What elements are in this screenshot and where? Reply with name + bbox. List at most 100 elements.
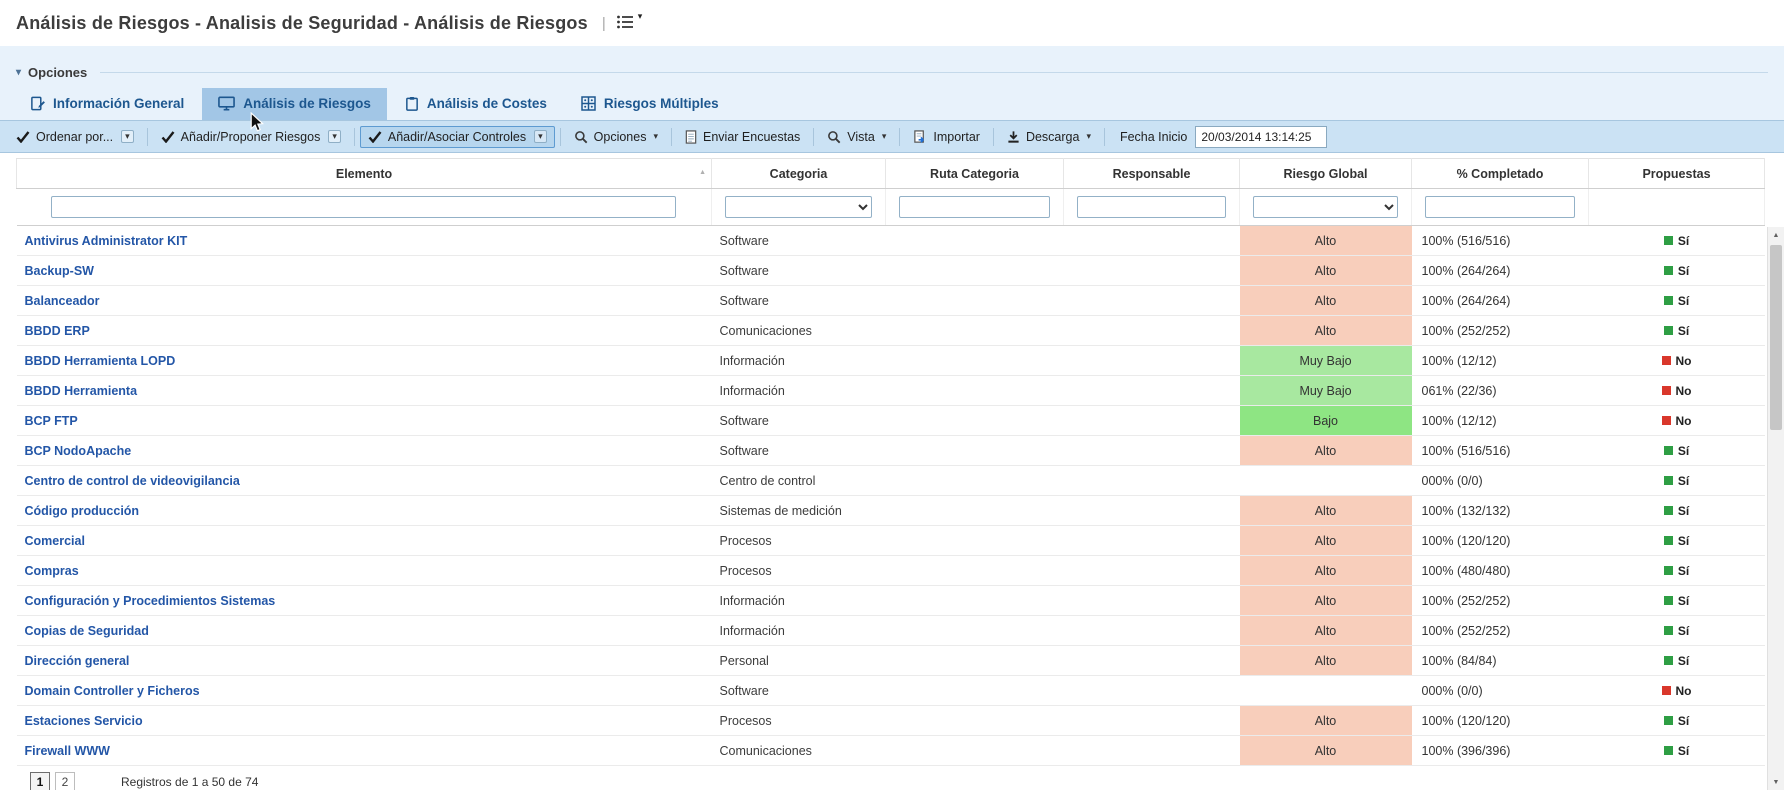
element-link[interactable]: Configuración y Procedimientos Sistemas — [25, 594, 276, 608]
filter-elemento-input[interactable] — [51, 196, 676, 218]
magnifier-icon — [574, 130, 588, 144]
ruta-categoria-cell — [886, 346, 1064, 376]
column-header-propuestas[interactable]: Propuestas — [1589, 159, 1765, 189]
page-button-2[interactable]: 2 — [55, 772, 75, 790]
tab-analisis-de-costes[interactable]: Análisis de Costes — [389, 88, 563, 120]
chevron-down-icon[interactable]: ▾ — [121, 130, 134, 143]
column-header-completado[interactable]: % Completado — [1412, 159, 1589, 189]
element-link[interactable]: BCP FTP — [25, 414, 78, 428]
table-row: Código producciónSistemas de mediciónAlt… — [17, 496, 1765, 526]
filter-ruta-categoria-input[interactable] — [899, 196, 1049, 218]
element-link[interactable]: Balanceador — [25, 294, 100, 308]
element-link[interactable]: Compras — [25, 564, 79, 578]
completado-cell: 100% (480/480) — [1412, 556, 1589, 586]
ordenar-por-button[interactable]: Ordenar por...▾ — [8, 126, 142, 148]
responsable-cell — [1064, 586, 1240, 616]
table-row: Firewall WWWComunicacionesAlto100% (396/… — [17, 736, 1765, 766]
element-link[interactable]: Centro de control de videovigilancia — [25, 474, 240, 488]
scrollbar-thumb[interactable] — [1770, 245, 1782, 430]
si-indicator-icon — [1664, 236, 1673, 245]
anadir-proponer-riesgos-button[interactable]: Añadir/Proponer Riesgos ▾ — [153, 126, 349, 148]
categoria-cell: Sistemas de medición — [712, 496, 886, 526]
element-link[interactable]: BCP NodoApache — [25, 444, 132, 458]
no-indicator-icon — [1662, 386, 1671, 395]
column-header-elemento[interactable]: Elemento▲ — [17, 159, 712, 189]
column-header-riesgo-global[interactable]: Riesgo Global — [1240, 159, 1412, 189]
scroll-up-icon[interactable]: ▲ — [1768, 227, 1784, 243]
si-indicator-icon — [1664, 296, 1673, 305]
vista-button[interactable]: Vista▾ — [819, 126, 894, 148]
tab-informacion-general[interactable]: Información General — [14, 88, 200, 120]
filter-categoria-select[interactable] — [725, 196, 872, 218]
element-link[interactable]: Dirección general — [25, 654, 130, 668]
filter-responsable-input[interactable] — [1077, 196, 1226, 218]
no-indicator-icon — [1662, 416, 1671, 425]
toolbar-button-label: Opciones — [594, 130, 647, 144]
chevron-down-icon[interactable]: ▾ — [882, 131, 887, 142]
toolbar-button-label: Añadir/Asociar Controles — [388, 130, 526, 144]
toolbar-button-label: Añadir/Proponer Riesgos — [181, 130, 321, 144]
filter-completado-input[interactable] — [1425, 196, 1575, 218]
table-row: Antivirus Administrator KITSoftwareAlto1… — [17, 226, 1765, 256]
chevron-down-icon[interactable]: ▾ — [534, 130, 547, 143]
chevron-down-icon[interactable]: ▾ — [653, 131, 658, 142]
table-header-row: Elemento▲ Categoria Ruta Categoria Respo… — [17, 159, 1765, 189]
responsable-cell — [1064, 226, 1240, 256]
vertical-scrollbar[interactable]: ▲ ▼ — [1767, 227, 1784, 790]
table-row: BCP FTPSoftwareBajo100% (12/12)No — [17, 406, 1765, 436]
element-link[interactable]: Domain Controller y Ficheros — [25, 684, 200, 698]
element-link[interactable]: BBDD Herramienta — [25, 384, 138, 398]
anadir-asociar-controles-button[interactable]: Añadir/Asociar Controles ▾ — [360, 126, 555, 148]
page-header: Análisis de Riesgos - Analisis de Seguri… — [0, 0, 1784, 46]
filter-riesgo-global-select[interactable] — [1253, 196, 1398, 218]
ruta-categoria-cell — [886, 316, 1064, 346]
tab-bar: Información GeneralAnálisis de RiesgosAn… — [0, 82, 1784, 120]
responsable-cell — [1064, 616, 1240, 646]
column-header-categoria[interactable]: Categoria — [712, 159, 886, 189]
options-panel-header[interactable]: ▾ Opciones — [16, 62, 1768, 82]
importar-button[interactable]: Importar — [905, 126, 988, 148]
element-link[interactable]: Antivirus Administrator KIT — [25, 234, 188, 248]
import-icon — [913, 130, 927, 144]
toolbar: Ordenar por...▾Añadir/Proponer Riesgos▾A… — [0, 120, 1784, 153]
riesgo-global-badge: Alto — [1240, 316, 1412, 346]
no-indicator-icon — [1662, 356, 1671, 365]
scroll-down-icon[interactable]: ▼ — [1768, 774, 1784, 790]
completado-cell: 100% (396/396) — [1412, 736, 1589, 766]
filter-row — [17, 189, 1765, 226]
chevron-down-icon: ▾ — [638, 11, 643, 22]
tab-analisis-de-riesgos[interactable]: Análisis de Riesgos — [202, 88, 387, 120]
element-link[interactable]: BBDD ERP — [25, 324, 90, 338]
propuestas-cell: Sí — [1589, 226, 1765, 256]
element-link[interactable]: BBDD Herramienta LOPD — [25, 354, 176, 368]
element-link[interactable]: Copias de Seguridad — [25, 624, 149, 638]
responsable-cell — [1064, 706, 1240, 736]
fecha-inicio-input[interactable] — [1195, 126, 1327, 148]
tab-riesgos-multiples[interactable]: Riesgos Múltiples — [565, 88, 735, 120]
element-link[interactable]: Backup-SW — [25, 264, 94, 278]
element-link[interactable]: Comercial — [25, 534, 85, 548]
riesgo-global-badge — [1240, 466, 1412, 496]
grid-icon — [581, 96, 596, 111]
column-header-responsable[interactable]: Responsable — [1064, 159, 1240, 189]
download-icon — [1007, 130, 1020, 144]
chevron-down-icon[interactable]: ▾ — [328, 130, 341, 143]
toolbar-separator — [147, 128, 148, 146]
element-link[interactable]: Código producción — [25, 504, 140, 518]
list-menu-button[interactable]: ▾ — [616, 14, 643, 33]
column-header-ruta-categoria[interactable]: Ruta Categoria — [886, 159, 1064, 189]
sort-icon: ▲ — [699, 169, 706, 176]
ruta-categoria-cell — [886, 736, 1064, 766]
page-button-1[interactable]: 1 — [30, 772, 50, 790]
chevron-down-icon[interactable]: ▾ — [1086, 131, 1091, 142]
element-link[interactable]: Firewall WWW — [25, 744, 110, 758]
completado-cell: 100% (12/12) — [1412, 406, 1589, 436]
ruta-categoria-cell — [886, 226, 1064, 256]
riesgo-global-badge: Alto — [1240, 526, 1412, 556]
categoria-cell: Procesos — [712, 526, 886, 556]
enviar-encuestas-button[interactable]: Enviar Encuestas — [677, 126, 808, 148]
opciones-button[interactable]: Opciones ▾ — [566, 126, 666, 148]
riesgo-global-badge: Alto — [1240, 706, 1412, 736]
descarga-button[interactable]: Descarga▾ — [999, 126, 1099, 148]
element-link[interactable]: Estaciones Servicio — [25, 714, 143, 728]
